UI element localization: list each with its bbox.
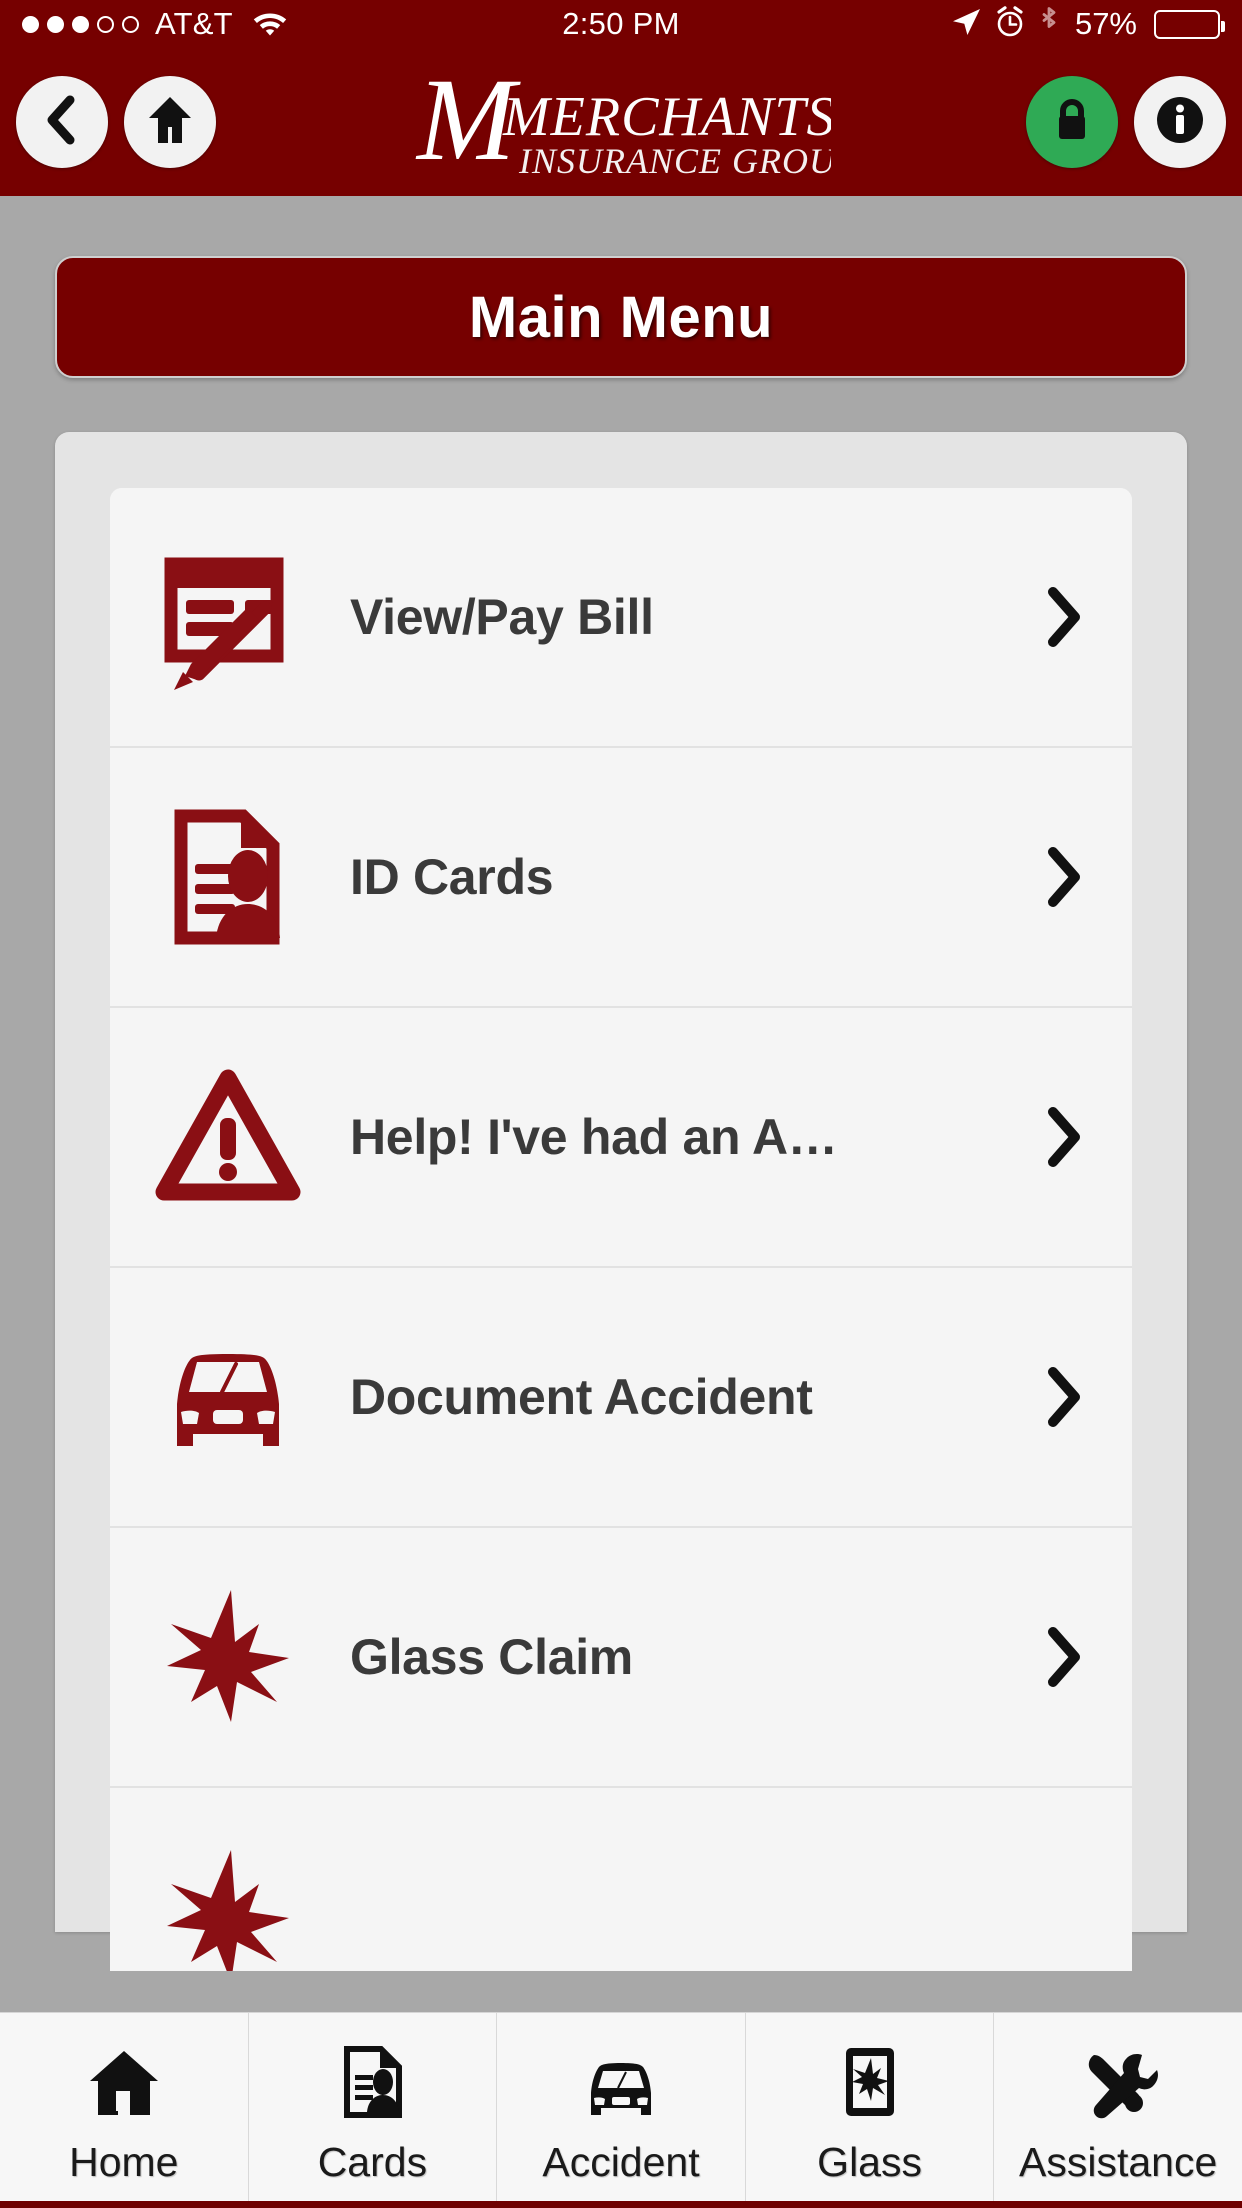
lock-icon [1051,95,1093,150]
main-menu-banner: Main Menu [55,256,1187,378]
location-arrow-icon [950,6,982,43]
info-button[interactable] [1134,76,1226,168]
tab-label: Assistance [1019,2139,1218,2185]
clock-label: 2:50 PM [562,6,680,41]
app-header: M MERCHANTS INSURANCE GROUP [0,48,1242,196]
bluetooth-icon [1038,6,1060,43]
wifi-icon [251,8,289,41]
carrier-label: AT&T [155,6,233,41]
tab-cards[interactable]: Cards [249,2013,498,2208]
chevron-right-icon [1036,1366,1092,1428]
tab-accident[interactable]: Accident [497,2013,746,2208]
menu-item-document-accident[interactable]: Document Accident [110,1268,1132,1528]
menu-item-label: ID Cards [350,849,554,905]
tab-label: Glass [817,2139,922,2185]
glass-burst-icon [144,1582,312,1732]
bottom-tab-bar: Home Cards Accident Glass Assistance [0,2012,1242,2208]
tab-assistance[interactable]: Assistance [994,2013,1242,2208]
car-front-icon [579,2041,663,2119]
secure-lock-button[interactable] [1026,76,1118,168]
signal-strength-dots [22,15,139,33]
status-bar-left: AT&T [22,6,562,42]
partial-icon [144,1842,312,1971]
tab-glass[interactable]: Glass [746,2013,995,2208]
id-card-icon [144,802,312,952]
tab-home[interactable]: Home [0,2013,249,2208]
logo-line2: INSURANCE GROUP [518,141,831,181]
brand-logo: M MERCHANTS INSURANCE GROUP [216,63,1026,181]
home-indicator-bar [0,2201,1242,2208]
alarm-clock-icon [995,5,1025,43]
tab-label: Cards [317,2139,428,2185]
app-screen: AT&T 2:50 PM 57% M MERCHANTS INSURANCE G… [0,0,1242,2208]
chevron-left-icon [40,94,84,151]
battery-icon [1154,9,1225,39]
bill-pen-icon [144,542,312,692]
menu-list: View/Pay Bill ID Cards Help! I've had an… [110,488,1132,1971]
menu-panel: View/Pay Bill ID Cards Help! I've had an… [55,432,1187,1971]
car-front-icon [144,1322,312,1472]
chevron-right-icon [1036,1626,1092,1688]
chevron-right-icon [1036,846,1092,908]
warning-triangle-icon [144,1062,312,1212]
battery-percent-label: 57% [1074,6,1137,41]
chevron-right-icon [1036,586,1092,648]
menu-item-help-accident[interactable]: Help! I've had an A… [110,1008,1132,1268]
menu-item-label: Glass Claim [350,1629,633,1685]
menu-item-label: Help! I've had an A… [350,1109,838,1165]
back-button[interactable] [16,76,108,168]
menu-item-label: View/Pay Bill [350,589,654,645]
menu-item-view-pay-bill[interactable]: View/Pay Bill [110,488,1132,748]
tab-label: Accident [542,2139,700,2185]
status-bar-right: 57% [680,5,1225,43]
menu-item-id-cards[interactable]: ID Cards [110,748,1132,1008]
phone-glass-burst-icon [840,2041,900,2119]
logo-line1: MERCHANTS [502,86,831,148]
home-icon [86,2041,162,2119]
menu-item-partial[interactable] [110,1788,1132,1971]
id-card-icon [339,2041,405,2119]
menu-item-label: Document Accident [350,1369,813,1425]
status-bar: AT&T 2:50 PM 57% [0,0,1242,48]
info-icon [1154,94,1206,151]
tools-icon [1078,2041,1159,2119]
tab-label: Home [69,2139,179,2185]
home-button[interactable] [124,76,216,168]
page-content: Main Menu View/Pay Bill ID Cards Help! I… [0,196,1242,1971]
page-title: Main Menu [468,284,774,350]
menu-item-glass-claim[interactable]: Glass Claim [110,1528,1132,1788]
chevron-right-icon [1036,1106,1092,1168]
header-actions [1026,76,1226,168]
home-icon [146,94,194,151]
